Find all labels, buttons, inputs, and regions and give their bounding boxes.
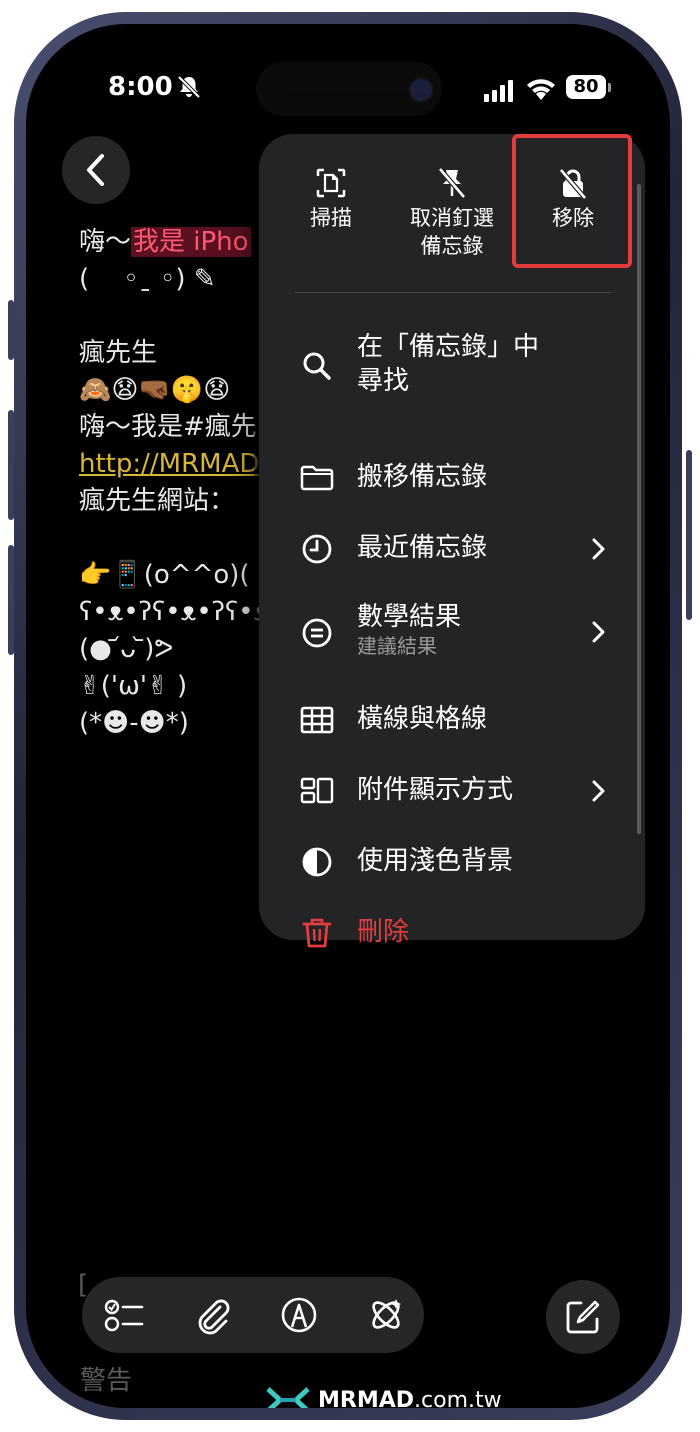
scan-label: 掃描 — [310, 206, 352, 230]
wifi-icon — [527, 79, 555, 100]
checklist-icon[interactable] — [104, 1295, 144, 1335]
equals-circle-icon — [302, 618, 332, 648]
scan-document-icon — [316, 168, 346, 198]
compose-icon — [566, 1300, 600, 1334]
menu-item-lines-grids[interactable]: 橫線與格線 — [259, 700, 645, 740]
watermark-brand: MRMAD — [318, 1387, 415, 1409]
status-time: 8:00 — [108, 72, 173, 102]
warning-text: 警告 — [80, 1366, 133, 1396]
menu-item-label: 刪除 — [357, 917, 410, 947]
menu-item-recent-notes[interactable]: 最近備忘錄 — [259, 529, 645, 569]
menu-item-delete[interactable]: 刪除 — [259, 913, 645, 953]
menu-item-attachment-view[interactable]: 附件顯示方式 — [259, 771, 645, 811]
chevron-right-icon — [592, 621, 605, 643]
chevron-left-icon — [87, 154, 104, 186]
watermark-domain: .com.tw — [414, 1387, 502, 1409]
bell-slash-icon — [177, 75, 201, 99]
context-menu: 掃描 取消釘選 備忘錄 移除 在「備忘錄」中 尋找 搬移備忘錄 最近備忘錄 數學… — [259, 134, 645, 948]
menu-item-move-note[interactable]: 搬移備忘錄 — [259, 458, 645, 498]
menu-item-label: 數學結果 建議結果 — [357, 600, 461, 658]
unpin-label: 取消釘選 備忘錄 — [410, 206, 494, 258]
clock-icon — [302, 534, 332, 564]
back-button[interactable] — [62, 136, 130, 204]
volume-up-button — [8, 410, 14, 520]
battery-level: 80 — [573, 76, 599, 97]
contrast-icon — [302, 847, 332, 877]
battery-cap — [608, 83, 611, 92]
menu-item-label: 最近備忘錄 — [357, 533, 488, 563]
unpin-note-button[interactable]: 取消釘選 備忘錄 — [392, 134, 512, 264]
math-results-title: 數學結果 — [357, 602, 462, 632]
chevron-right-icon — [592, 780, 605, 802]
search-icon — [303, 352, 331, 380]
camera — [408, 77, 434, 103]
math-results-subtitle: 建議結果 — [357, 634, 437, 658]
highlighted-text: 我是 iPho — [131, 227, 251, 257]
menu-item-label: 在「備忘錄」中 尋找 — [357, 332, 540, 396]
grid-icon — [300, 706, 334, 734]
menu-item-light-background[interactable]: 使用淺色背景 — [259, 842, 645, 882]
menu-item-find-in-notes[interactable]: 在「備忘錄」中 尋找 — [259, 330, 645, 400]
pin-slash-icon — [438, 167, 466, 199]
volume-down-button — [8, 545, 14, 655]
site-watermark: MRMAD .com.tw — [266, 1380, 502, 1408]
mrmad-logo-icon — [266, 1387, 310, 1408]
folder-icon — [300, 465, 334, 491]
paperclip-icon[interactable] — [192, 1295, 232, 1335]
annotation-highlight-box — [512, 134, 632, 268]
menu-item-math-results[interactable]: 數學結果 建議結果 — [259, 596, 645, 666]
compose-button[interactable] — [546, 1280, 620, 1354]
cellular-signal-icon — [484, 80, 513, 102]
action-button — [8, 300, 14, 360]
menu-item-label: 橫線與格線 — [357, 704, 488, 734]
menu-divider — [295, 292, 611, 293]
menu-item-label: 使用淺色背景 — [357, 846, 514, 876]
attachment-view-icon — [300, 777, 334, 804]
markup-pen-icon[interactable] — [279, 1295, 319, 1335]
scan-button[interactable]: 掃描 — [271, 134, 391, 264]
screen: 8:00 80 嗨～我是 iPho ( ◦ˍ ◦) ✎ 瘋先生 🙈😧🤜🏾🤫😧 嗨… — [26, 24, 670, 1408]
note-link[interactable]: http://MRMAD — [79, 449, 259, 479]
menu-item-label: 附件顯示方式 — [357, 775, 514, 805]
trash-icon — [302, 918, 332, 948]
menu-item-label: 搬移備忘錄 — [357, 462, 488, 492]
battery-icon: 80 — [566, 75, 606, 99]
side-button — [686, 450, 692, 620]
apple-intelligence-icon[interactable] — [366, 1295, 406, 1335]
note-toolbar — [82, 1277, 424, 1353]
chevron-right-icon — [592, 538, 605, 560]
